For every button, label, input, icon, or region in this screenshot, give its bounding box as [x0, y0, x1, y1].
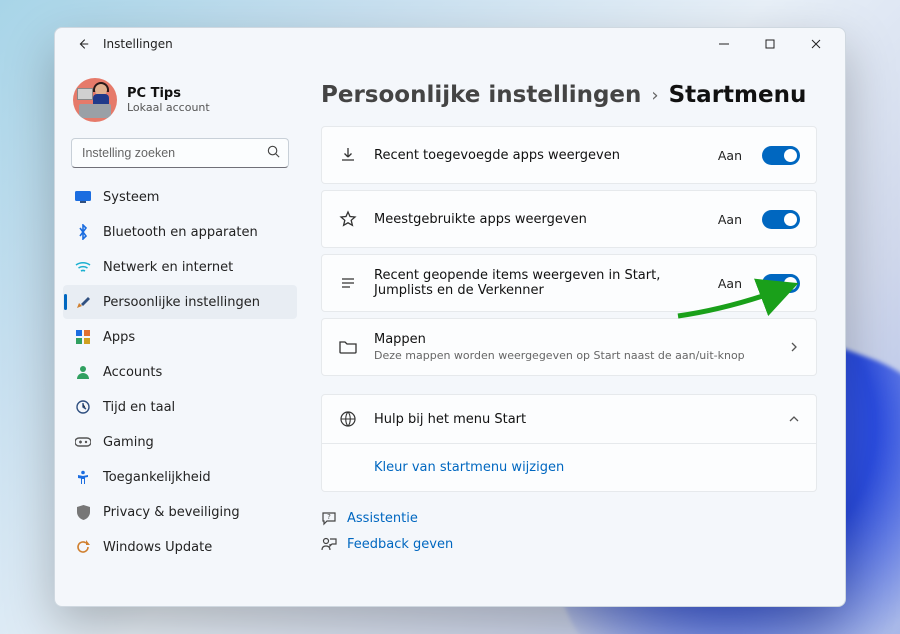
display-icon: [75, 189, 91, 205]
nav-list: Systeem Bluetooth en apparaten Netwerk e…: [63, 180, 297, 564]
sidebar-item-personalization[interactable]: Persoonlijke instellingen: [63, 285, 297, 319]
minimize-button[interactable]: [701, 30, 747, 58]
breadcrumb-current: Startmenu: [669, 82, 807, 108]
paintbrush-icon: [75, 294, 91, 310]
toggle-switch[interactable]: [762, 274, 800, 293]
sidebar-item-label: Persoonlijke instellingen: [103, 295, 260, 310]
avatar: [73, 78, 117, 122]
window-body: PC Tips Lokaal account Systeem Bluetooth…: [55, 60, 845, 606]
maximize-button[interactable]: [747, 30, 793, 58]
window-controls: [701, 30, 839, 58]
sidebar-item-label: Gaming: [103, 435, 154, 450]
window-title: Instellingen: [103, 37, 173, 51]
accessibility-icon: [75, 469, 91, 485]
globe-help-icon: [338, 409, 358, 429]
sidebar-item-label: Tijd en taal: [103, 400, 175, 415]
wifi-icon: [75, 259, 91, 275]
sidebar-item-bluetooth[interactable]: Bluetooth en apparaten: [63, 215, 297, 249]
toggle-state-label: Aan: [718, 148, 742, 163]
chat-help-icon: ?: [321, 510, 337, 526]
toggle-switch[interactable]: [762, 210, 800, 229]
bluetooth-icon: [75, 224, 91, 240]
toggle-switch[interactable]: [762, 146, 800, 165]
sidebar-item-label: Apps: [103, 330, 135, 345]
sidebar-item-gaming[interactable]: Gaming: [63, 425, 297, 459]
folder-icon: [338, 337, 358, 357]
title-bar: Instellingen: [55, 28, 845, 60]
sidebar: PC Tips Lokaal account Systeem Bluetooth…: [55, 60, 305, 606]
gaming-icon: [75, 434, 91, 450]
profile-name: PC Tips: [127, 86, 210, 101]
assistance-link[interactable]: ? Assistentie: [321, 510, 817, 526]
close-icon: [811, 39, 821, 49]
maximize-icon: [765, 39, 775, 49]
sidebar-item-label: Bluetooth en apparaten: [103, 225, 258, 240]
help-links: Kleur van startmenu wijzigen: [322, 443, 816, 491]
breadcrumb: Persoonlijke instellingen › Startmenu: [309, 70, 817, 126]
help-expander[interactable]: Hulp bij het menu Start: [322, 395, 816, 443]
sidebar-item-label: Toegankelijkheid: [103, 470, 211, 485]
person-icon: [75, 364, 91, 380]
minimize-icon: [719, 39, 729, 49]
sidebar-item-label: Windows Update: [103, 540, 212, 555]
setting-row[interactable]: Meestgebruikte apps weergeven Aan: [322, 191, 816, 247]
setting-row-recent-apps: Recent toegevoegde apps weergeven Aan: [321, 126, 817, 184]
setting-row-recent-items: Recent geopende items weergeven in Start…: [321, 254, 817, 312]
breadcrumb-parent[interactable]: Persoonlijke instellingen: [321, 82, 641, 108]
setting-row[interactable]: Mappen Deze mappen worden weergegeven op…: [322, 319, 816, 375]
shield-icon: [75, 504, 91, 520]
sidebar-item-label: Accounts: [103, 365, 162, 380]
settings-window: Instellingen PC Tips Lokaal account: [54, 27, 846, 607]
search-icon: [266, 144, 281, 159]
sidebar-item-privacy[interactable]: Privacy & beveiliging: [63, 495, 297, 529]
chevron-right-icon: [788, 341, 800, 353]
svg-text:?: ?: [327, 513, 331, 521]
sidebar-item-label: Privacy & beveiliging: [103, 505, 240, 520]
sidebar-item-apps[interactable]: Apps: [63, 320, 297, 354]
assistance-label: Assistentie: [347, 511, 418, 526]
footer-links: ? Assistentie Feedback geven: [321, 510, 817, 552]
profile-block[interactable]: PC Tips Lokaal account: [63, 70, 297, 136]
setting-title: Recent toegevoegde apps weergeven: [374, 148, 702, 163]
feedback-label: Feedback geven: [347, 537, 453, 552]
sidebar-item-windows-update[interactable]: Windows Update: [63, 530, 297, 564]
help-title: Hulp bij het menu Start: [374, 412, 772, 427]
download-icon: [338, 145, 358, 165]
sidebar-item-accessibility[interactable]: Toegankelijkheid: [63, 460, 297, 494]
setting-title: Recent geopende items weergeven in Start…: [374, 268, 702, 298]
toggle-state-label: Aan: [718, 212, 742, 227]
setting-subtitle: Deze mappen worden weergegeven op Start …: [374, 349, 772, 362]
clock-globe-icon: [75, 399, 91, 415]
setting-title: Mappen: [374, 332, 772, 347]
sidebar-item-accounts[interactable]: Accounts: [63, 355, 297, 389]
list-icon: [338, 273, 358, 293]
setting-row-most-used: Meestgebruikte apps weergeven Aan: [321, 190, 817, 248]
search-box: [71, 138, 289, 168]
feedback-icon: [321, 536, 337, 552]
chevron-right-icon: ›: [651, 85, 658, 106]
content-area: Persoonlijke instellingen › Startmenu Re…: [305, 60, 845, 606]
star-icon: [338, 209, 358, 229]
help-card: Hulp bij het menu Start Kleur van startm…: [321, 394, 817, 492]
sidebar-item-network[interactable]: Netwerk en internet: [63, 250, 297, 284]
sidebar-item-label: Netwerk en internet: [103, 260, 233, 275]
search-input[interactable]: [71, 138, 289, 168]
setting-row[interactable]: Recent geopende items weergeven in Start…: [322, 255, 816, 311]
sidebar-item-time-language[interactable]: Tijd en taal: [63, 390, 297, 424]
chevron-up-icon: [788, 413, 800, 425]
profile-subtitle: Lokaal account: [127, 101, 210, 114]
feedback-link[interactable]: Feedback geven: [321, 536, 817, 552]
back-button[interactable]: [69, 30, 97, 58]
setting-row-folders: Mappen Deze mappen worden weergegeven op…: [321, 318, 817, 376]
toggle-state-label: Aan: [718, 276, 742, 291]
sidebar-item-system[interactable]: Systeem: [63, 180, 297, 214]
help-link[interactable]: Kleur van startmenu wijzigen: [374, 460, 564, 475]
apps-icon: [75, 329, 91, 345]
update-icon: [75, 539, 91, 555]
close-button[interactable]: [793, 30, 839, 58]
arrow-left-icon: [76, 37, 90, 51]
sidebar-item-label: Systeem: [103, 190, 159, 205]
setting-row[interactable]: Recent toegevoegde apps weergeven Aan: [322, 127, 816, 183]
setting-title: Meestgebruikte apps weergeven: [374, 212, 702, 227]
